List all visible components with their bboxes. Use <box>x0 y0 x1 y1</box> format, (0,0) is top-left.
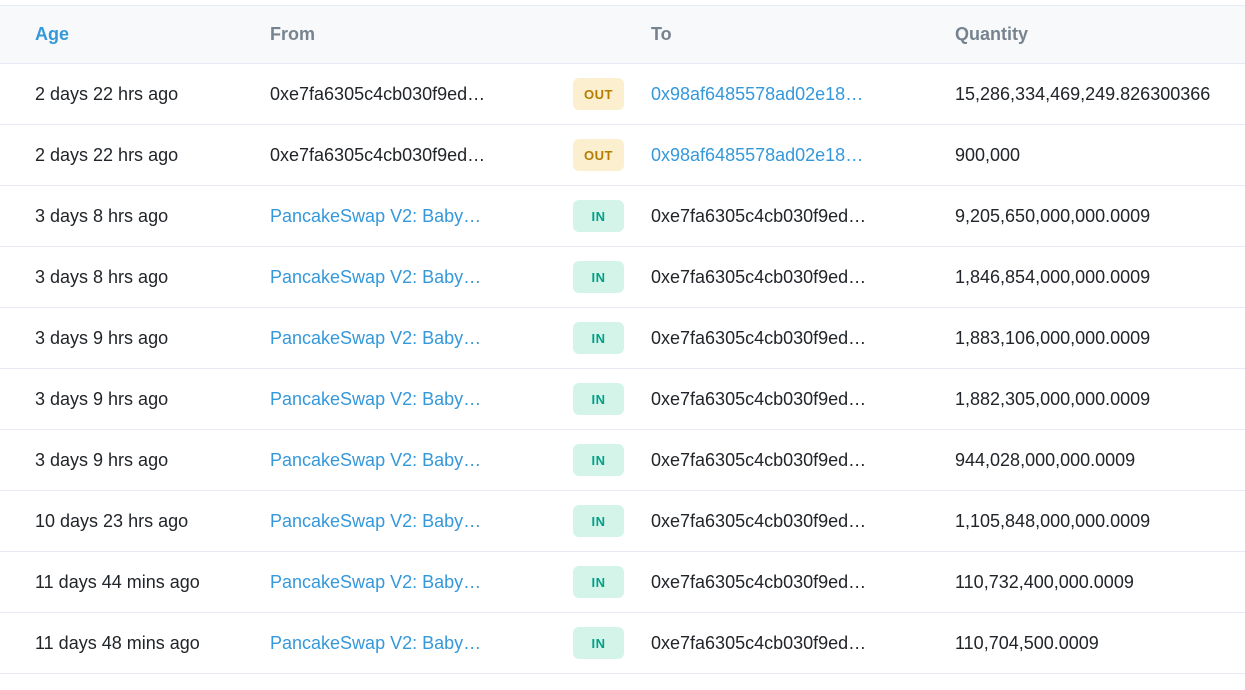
table-row: 2 days 22 hrs ago 0xe7fa6305c4cb030f9ed… O… <box>0 125 1245 186</box>
age-cell: 3 days 9 hrs ago <box>35 327 169 348</box>
quantity-cell: 110,732,400,000.0009 <box>955 571 1134 592</box>
age-cell: 11 days 44 mins ago <box>35 571 200 592</box>
direction-badge-container: IN <box>573 566 624 598</box>
in-badge: IN <box>573 627 624 659</box>
to-address: 0xe7fa6305c4cb030f9ed… <box>651 205 867 226</box>
direction-badge-container: IN <box>573 383 624 415</box>
direction-badge-container: IN <box>573 200 624 232</box>
direction-badge-container: IN <box>573 261 624 293</box>
out-badge: OUT <box>573 78 624 110</box>
header-age[interactable]: Age <box>35 24 69 45</box>
quantity-cell: 1,883,106,000,000.0009 <box>955 327 1151 348</box>
in-badge: IN <box>573 383 624 415</box>
age-cell: 11 days 48 mins ago <box>35 632 200 653</box>
age-cell: 3 days 9 hrs ago <box>35 449 169 470</box>
header-quantity: Quantity <box>955 24 1029 44</box>
to-address-link[interactable]: 0x98af6485578ad02e18… <box>651 145 863 166</box>
from-address-link[interactable]: PancakeSwap V2: Baby… <box>270 633 500 654</box>
quantity-cell: 1,105,848,000,000.0009 <box>955 510 1151 531</box>
to-address: 0xe7fa6305c4cb030f9ed… <box>651 327 867 348</box>
table-row: 11 days 44 mins ago PancakeSwap V2: Baby…… <box>0 552 1245 613</box>
age-cell: 2 days 22 hrs ago <box>35 83 179 104</box>
direction-badge-container: OUT <box>573 78 624 110</box>
from-address-link[interactable]: PancakeSwap V2: Baby… <box>270 572 500 593</box>
table-row: 3 days 8 hrs ago PancakeSwap V2: Baby… IN 0… <box>0 247 1245 308</box>
quantity-cell: 1,882,305,000,000.0009 <box>955 388 1151 409</box>
direction-badge-container: IN <box>573 627 624 659</box>
quantity-cell: 1,846,854,000,000.0009 <box>955 266 1151 287</box>
to-address: 0xe7fa6305c4cb030f9ed… <box>651 388 867 409</box>
from-address-link[interactable]: PancakeSwap V2: Baby… <box>270 328 500 349</box>
from-address-link[interactable]: PancakeSwap V2: Baby… <box>270 267 500 288</box>
table-row: 3 days 9 hrs ago PancakeSwap V2: Baby… IN 0… <box>0 369 1245 430</box>
direction-badge-container: OUT <box>573 139 624 171</box>
quantity-cell: 944,028,000,000.0009 <box>955 449 1136 470</box>
in-badge: IN <box>573 200 624 232</box>
quantity-cell: 15,286,334,469,249.826300366 <box>955 83 1211 104</box>
token-transfers-table: Age From To Quantity 2 days 22 hrs ago 0x… <box>0 5 1245 674</box>
age-cell: 10 days 23 hrs ago <box>35 510 189 531</box>
from-address-link[interactable]: PancakeSwap V2: Baby… <box>270 450 500 471</box>
to-address: 0xe7fa6305c4cb030f9ed… <box>651 571 867 592</box>
in-badge: IN <box>573 261 624 293</box>
direction-badge-container: IN <box>573 322 624 354</box>
to-address-link[interactable]: 0x98af6485578ad02e18… <box>651 84 863 105</box>
from-address-link[interactable]: PancakeSwap V2: Baby… <box>270 389 500 410</box>
in-badge: IN <box>573 444 624 476</box>
table-row: 11 days 48 mins ago PancakeSwap V2: Baby…… <box>0 613 1245 674</box>
quantity-cell: 110,704,500.0009 <box>955 632 1099 653</box>
age-cell: 2 days 22 hrs ago <box>35 144 179 165</box>
out-badge: OUT <box>573 139 624 171</box>
age-cell: 3 days 8 hrs ago <box>35 266 169 287</box>
from-address: 0xe7fa6305c4cb030f9ed… <box>270 83 486 104</box>
table-row: 3 days 9 hrs ago PancakeSwap V2: Baby… IN 0… <box>0 430 1245 491</box>
table-row: 3 days 9 hrs ago PancakeSwap V2: Baby… IN 0… <box>0 308 1245 369</box>
in-badge: IN <box>573 566 624 598</box>
table-header: Age From To Quantity <box>0 6 1245 64</box>
age-cell: 3 days 8 hrs ago <box>35 205 169 226</box>
table-body: 2 days 22 hrs ago 0xe7fa6305c4cb030f9ed… O… <box>0 64 1245 674</box>
from-address-link[interactable]: PancakeSwap V2: Baby… <box>270 511 500 532</box>
header-to: To <box>651 24 672 44</box>
in-badge: IN <box>573 505 624 537</box>
quantity-cell: 900,000 <box>955 144 1021 165</box>
from-address-link[interactable]: PancakeSwap V2: Baby… <box>270 206 500 227</box>
table-row: 2 days 22 hrs ago 0xe7fa6305c4cb030f9ed… O… <box>0 64 1245 125</box>
table-row: 10 days 23 hrs ago PancakeSwap V2: Baby… I… <box>0 491 1245 552</box>
to-address: 0xe7fa6305c4cb030f9ed… <box>651 266 867 287</box>
direction-badge-container: IN <box>573 505 624 537</box>
from-address: 0xe7fa6305c4cb030f9ed… <box>270 144 486 165</box>
age-cell: 3 days 9 hrs ago <box>35 388 169 409</box>
to-address: 0xe7fa6305c4cb030f9ed… <box>651 632 867 653</box>
to-address: 0xe7fa6305c4cb030f9ed… <box>651 449 867 470</box>
quantity-cell: 9,205,650,000,000.0009 <box>955 205 1151 226</box>
header-from: From <box>270 24 315 44</box>
in-badge: IN <box>573 322 624 354</box>
table-row: 3 days 8 hrs ago PancakeSwap V2: Baby… IN 0… <box>0 186 1245 247</box>
direction-badge-container: IN <box>573 444 624 476</box>
to-address: 0xe7fa6305c4cb030f9ed… <box>651 510 867 531</box>
